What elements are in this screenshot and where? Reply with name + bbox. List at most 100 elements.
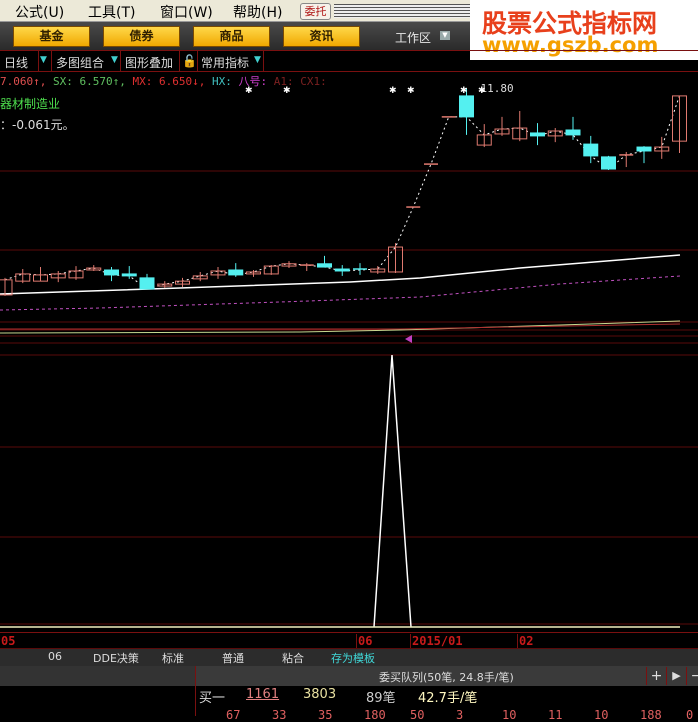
next-button[interactable]: ▶ — [666, 667, 686, 685]
candle-body — [104, 269, 119, 276]
indicators-dropdown-icon[interactable]: ▼ — [254, 55, 261, 65]
multi-dropdown-icon[interactable]: ▼ — [111, 55, 118, 65]
signal-mark-icon: ✱ — [283, 86, 291, 96]
candle — [157, 281, 173, 289]
signal-marks: ✱ ✱ ✱ ✱ ✱ ✱ — [245, 86, 486, 96]
signal-mark-icon: ✱ — [460, 86, 468, 96]
date-label: 06 — [356, 634, 373, 648]
tab-multi-chart[interactable]: 多图组合 — [56, 54, 104, 71]
candle — [547, 128, 563, 143]
candle-body — [334, 268, 350, 272]
tab-06[interactable]: 06 — [48, 650, 62, 663]
menu-tools[interactable]: 工具(T) — [88, 2, 135, 22]
order-size: 33 — [272, 708, 287, 722]
order-size: 188 — [640, 708, 662, 722]
buy-one-label: 买一 — [199, 691, 226, 706]
order-size: 3 — [456, 708, 464, 722]
order-size: 10 — [502, 708, 517, 722]
candle — [619, 151, 634, 168]
news-button[interactable]: 资讯 — [283, 26, 360, 47]
candle-body — [636, 146, 652, 152]
candle-body — [459, 95, 474, 118]
candle — [50, 270, 66, 283]
weituo-button[interactable]: 委托 — [300, 3, 331, 20]
menu-window[interactable]: 窗口(W) — [160, 2, 213, 22]
tab-period[interactable]: 日线 — [4, 54, 28, 71]
candle-body — [530, 132, 545, 137]
lock-icon[interactable]: 🔓 — [182, 54, 197, 68]
candle — [263, 265, 279, 275]
tab-sticky[interactable]: 粘合 — [282, 650, 304, 666]
candle — [565, 116, 581, 140]
candle — [86, 265, 102, 271]
panel-left-header — [0, 666, 195, 686]
candle — [121, 266, 137, 279]
candle — [654, 136, 670, 159]
title-grip — [334, 4, 470, 18]
buy-count: 89笔 — [366, 691, 396, 706]
tab-overlay[interactable]: 图形叠加 — [125, 54, 173, 71]
tab-normal[interactable]: 普通 — [222, 650, 244, 666]
kline-chart[interactable]: 11.80 ✱ ✱ ✱ ✱ ✱ ✱ — [0, 72, 698, 632]
candle — [228, 263, 244, 277]
minus-button[interactable]: − — [686, 667, 698, 685]
tab-save-template[interactable]: 存为模板 — [331, 650, 375, 666]
ma-green-line — [0, 320, 681, 334]
plus-button[interactable]: + — [646, 667, 666, 685]
candle — [583, 135, 599, 164]
candle — [370, 266, 386, 274]
candle — [299, 263, 314, 271]
candle-body — [317, 263, 332, 268]
candle-body — [139, 277, 155, 290]
candle — [317, 255, 332, 268]
candle — [246, 270, 261, 277]
candle — [15, 269, 31, 284]
candle — [33, 267, 48, 282]
buy-queue-title: 委买队列(50笔, 24.8手/笔) — [379, 671, 514, 684]
date-label: 02 — [517, 634, 534, 648]
ma-white-line — [0, 254, 681, 295]
bond-button[interactable]: 债券 — [103, 26, 180, 47]
menu-help[interactable]: 帮助(H) — [233, 2, 282, 22]
dropdown-icon[interactable]: ▼ — [440, 31, 450, 40]
date-axis: 05 06 2015/01 02 — [0, 632, 698, 649]
candle — [68, 266, 84, 280]
date-label: 05 — [1, 634, 16, 648]
grid-lines — [0, 170, 698, 625]
candle — [210, 267, 226, 279]
candle-body — [228, 269, 244, 276]
indicator-tabs: 06 DDE决策 标准 普通 粘合 存为模板 — [0, 648, 698, 666]
candle — [388, 243, 403, 273]
candle — [104, 267, 119, 282]
fund-button[interactable]: 基金 — [13, 26, 90, 47]
candle — [353, 263, 367, 275]
candle — [476, 124, 492, 148]
candles — [0, 88, 687, 296]
tab-standard[interactable]: 标准 — [162, 650, 184, 666]
candle — [672, 95, 687, 153]
date-label: 2015/01 — [410, 634, 463, 648]
candle-body — [0, 279, 13, 296]
commodity-button[interactable]: 商品 — [193, 26, 270, 47]
period-dropdown-icon[interactable]: ▼ — [40, 55, 47, 65]
candle — [636, 146, 652, 164]
order-size: 35 — [318, 708, 333, 722]
candle-body — [583, 143, 599, 157]
signal-mark-icon: ✱ — [245, 86, 253, 96]
tab-dde[interactable]: DDE决策 — [93, 650, 139, 666]
ma-magenta-line — [0, 275, 681, 311]
buy-price: 1161 — [246, 687, 280, 702]
close-dotted-line — [4, 95, 680, 290]
candle-body — [565, 129, 581, 136]
buy-avg: 42.7手/笔 — [418, 691, 478, 706]
tab-indicators[interactable]: 常用指标 — [201, 54, 249, 71]
buy-queue-header: 委买队列(50笔, 24.8手/笔) + ▶ − — [195, 666, 698, 686]
signal-mark-icon: ✱ — [478, 86, 486, 96]
order-size: 0 — [686, 708, 694, 722]
order-size: 67 — [226, 708, 241, 722]
menu-formula[interactable]: 公式(U) — [15, 2, 64, 22]
workarea-label[interactable]: 工作区 — [395, 29, 431, 46]
buy-volume: 3803 — [303, 687, 337, 702]
volume-spike-line — [373, 354, 412, 628]
chart-tab-row: 日线 ▼ 多图组合 ▼ 图形叠加 🔓 常用指标 ▼ — [0, 50, 698, 72]
